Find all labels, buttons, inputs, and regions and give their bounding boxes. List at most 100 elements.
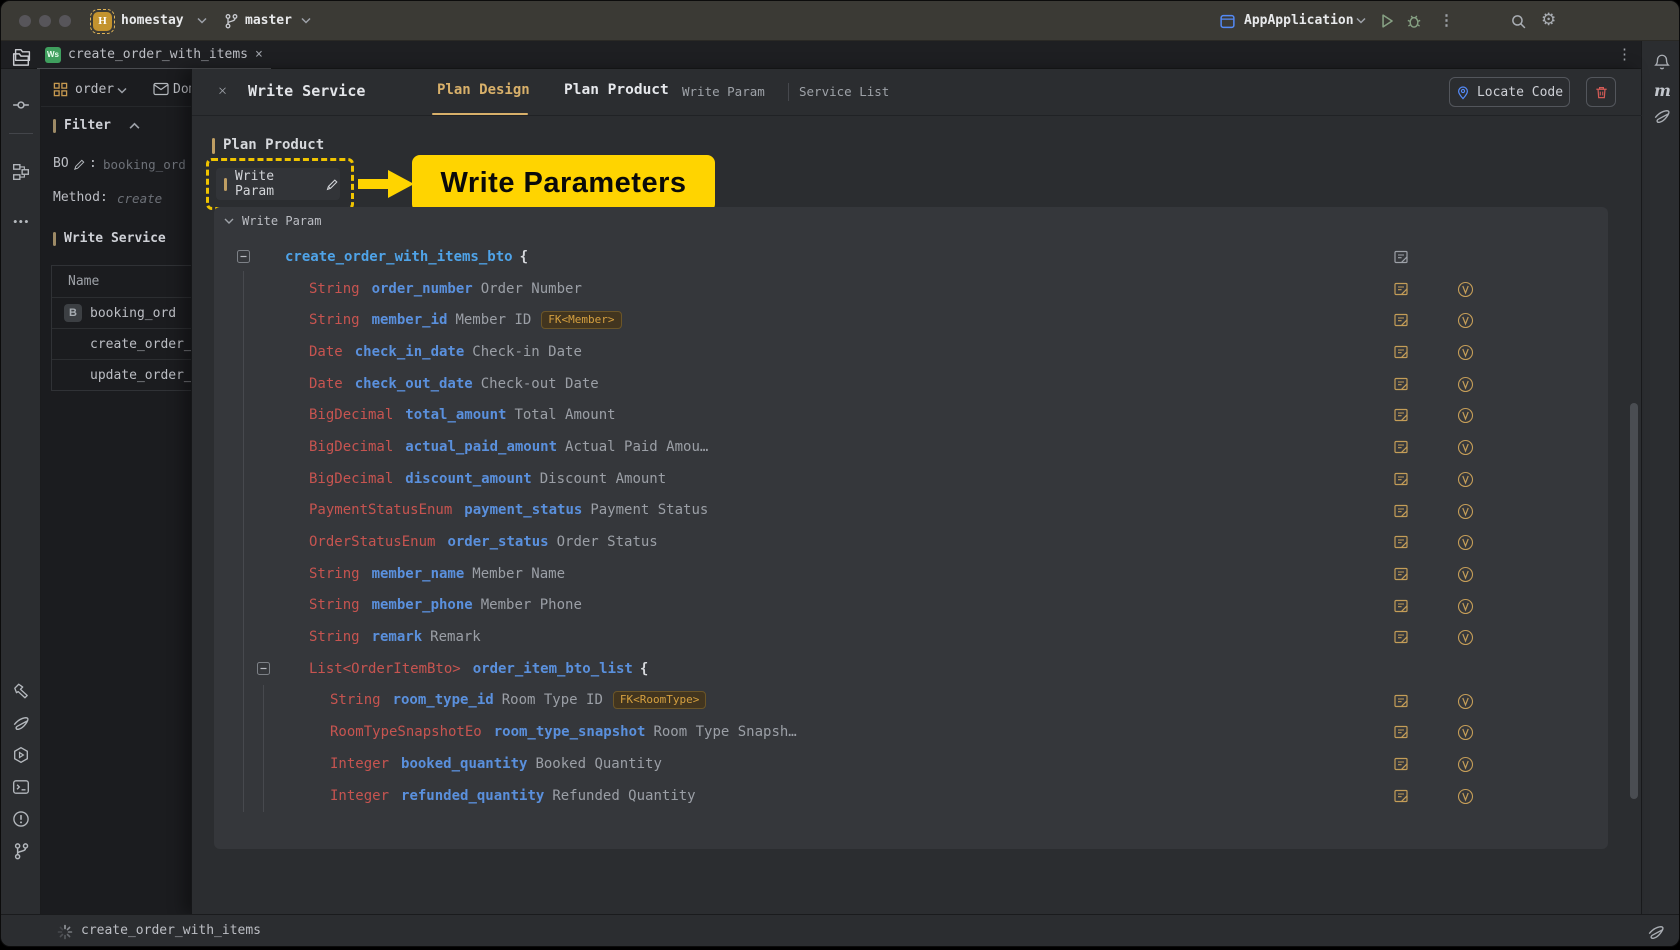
edit-note-icon[interactable]: [1393, 471, 1409, 487]
terminal-icon[interactable]: [12, 778, 30, 796]
validate-icon[interactable]: [1457, 788, 1474, 805]
validate-icon[interactable]: [1457, 503, 1474, 520]
edit-note-icon[interactable]: [1393, 598, 1409, 614]
more-tool-windows-icon[interactable]: •••: [13, 214, 30, 230]
tab-close-icon[interactable]: ×: [255, 47, 263, 62]
tree-row[interactable]: Date check_in_date Check-in Date: [214, 336, 1608, 368]
tree-row[interactable]: String member_id Member ID FK<Member>: [214, 304, 1608, 336]
window-close-button[interactable]: [19, 15, 31, 27]
problems-icon[interactable]: [12, 810, 30, 828]
notifications-bell-icon[interactable]: [1653, 53, 1671, 71]
edit-note-icon[interactable]: [1393, 566, 1409, 582]
tab-plan-product[interactable]: Plan Product: [564, 82, 669, 98]
validate-icon[interactable]: [1457, 344, 1474, 361]
validate-icon[interactable]: [1457, 376, 1474, 393]
edit-note-icon[interactable]: [1393, 249, 1409, 265]
edit-note-icon[interactable]: [1393, 407, 1409, 423]
edit-note-icon[interactable]: [1393, 376, 1409, 392]
bo-field-value[interactable]: booking_ord: [103, 157, 186, 172]
edit-note-icon[interactable]: [1393, 629, 1409, 645]
validate-icon[interactable]: [1457, 534, 1474, 551]
maven-icon[interactable]: m: [1654, 81, 1671, 100]
collapse-chevron-up-icon[interactable]: [129, 122, 140, 130]
tab-options-kebab-icon[interactable]: ⋮: [1617, 45, 1632, 64]
run-button-icon[interactable]: [1378, 12, 1396, 30]
collapse-toggle-icon[interactable]: [257, 662, 270, 675]
edit-note-icon[interactable]: [1393, 281, 1409, 297]
git-tool-icon[interactable]: [12, 842, 30, 860]
validate-icon[interactable]: [1457, 312, 1474, 329]
edit-note-icon[interactable]: [1393, 312, 1409, 328]
table-row[interactable]: create_order_: [52, 328, 191, 359]
tree-row[interactable]: String order_number Order Number: [214, 273, 1608, 305]
validate-icon[interactable]: [1457, 281, 1474, 298]
edit-note-icon[interactable]: [1393, 724, 1409, 740]
module-selector[interactable]: order: [75, 82, 114, 97]
editor-tab-create-order-with-items[interactable]: Ws create_order_with_items ×: [37, 41, 271, 69]
validate-icon[interactable]: [1457, 629, 1474, 646]
table-row[interactable]: update_order_: [52, 359, 191, 390]
tree-row[interactable]: RoomTypeSnapshotEo room_type_snapshot Ro…: [214, 716, 1608, 748]
ai-assistant-icon[interactable]: [1653, 107, 1671, 125]
edit-note-icon[interactable]: [1393, 693, 1409, 709]
validate-icon[interactable]: [1457, 724, 1474, 741]
window-zoom-button[interactable]: [59, 15, 71, 27]
edit-note-icon[interactable]: [1393, 788, 1409, 804]
tree-row[interactable]: String member_name Member Name: [214, 558, 1608, 590]
settings-gear-icon[interactable]: ⚙: [1541, 10, 1556, 30]
tree-row[interactable]: create_order_with_items_bto {: [214, 241, 1608, 273]
structure-icon[interactable]: [12, 163, 30, 181]
table-row[interactable]: B booking_ord: [52, 297, 191, 328]
commit-icon[interactable]: [12, 96, 30, 114]
domain-tab-label[interactable]: Dom: [173, 82, 191, 97]
validate-icon[interactable]: [1457, 598, 1474, 615]
panel-close-icon[interactable]: ×: [218, 82, 227, 102]
tree-row[interactable]: List<OrderItemBto> order_item_bto_list {: [214, 653, 1608, 685]
project-selector[interactable]: homestay: [121, 13, 184, 28]
delete-button[interactable]: [1586, 77, 1616, 107]
tree-row[interactable]: Integer refunded_quantity Refunded Quant…: [214, 780, 1608, 812]
validate-icon[interactable]: [1457, 407, 1474, 424]
tree-row[interactable]: String member_phone Member Phone: [214, 590, 1608, 622]
ai-assistant-icon[interactable]: [1647, 923, 1665, 941]
window-minimize-button[interactable]: [39, 15, 51, 27]
edit-note-icon[interactable]: [1393, 534, 1409, 550]
tree-row[interactable]: PaymentStatusEnum payment_status Payment…: [214, 495, 1608, 527]
search-icon[interactable]: [1510, 13, 1527, 30]
tree-collapse-header[interactable]: Write Param: [224, 214, 321, 228]
validate-icon[interactable]: [1457, 566, 1474, 583]
tree-row[interactable]: Date check_out_date Check-out Date: [214, 368, 1608, 400]
tree-row[interactable]: OrderStatusEnum order_status Order Statu…: [214, 526, 1608, 558]
build-hammer-icon[interactable]: [12, 682, 30, 700]
vertical-scrollbar[interactable]: [1630, 403, 1638, 799]
tab-write-param[interactable]: Write Param: [682, 84, 765, 99]
tab-service-list[interactable]: Service List: [799, 84, 889, 99]
validate-icon[interactable]: [1457, 693, 1474, 710]
edit-note-icon[interactable]: [1393, 503, 1409, 519]
branch-selector[interactable]: master: [245, 13, 292, 28]
tree-row[interactable]: String remark Remark: [214, 621, 1608, 653]
collapse-toggle-icon[interactable]: [237, 250, 250, 263]
tree-row[interactable]: BigDecimal actual_paid_amount Actual Pai…: [214, 431, 1608, 463]
services-icon[interactable]: [12, 746, 30, 764]
edit-note-icon[interactable]: [1393, 344, 1409, 360]
edit-note-icon[interactable]: [1393, 756, 1409, 772]
edit-note-icon[interactable]: [1393, 439, 1409, 455]
validate-icon[interactable]: [1457, 439, 1474, 456]
method-field-value[interactable]: create: [117, 191, 162, 206]
tree-row[interactable]: BigDecimal total_amount Total Amount: [214, 399, 1608, 431]
locate-code-button[interactable]: Locate Code: [1449, 77, 1570, 107]
validate-icon[interactable]: [1457, 756, 1474, 773]
debug-button-icon[interactable]: [1405, 12, 1423, 30]
tab-plan-design[interactable]: Plan Design: [437, 82, 530, 98]
tree-row[interactable]: BigDecimal discount_amount Discount Amou…: [214, 463, 1608, 495]
project-folder-icon[interactable]: [12, 51, 30, 68]
more-actions-kebab-icon[interactable]: ⋮: [1439, 11, 1454, 30]
edit-pencil-icon[interactable]: [73, 158, 86, 171]
domain-envelope-icon[interactable]: [153, 82, 169, 96]
ai-assistant-icon[interactable]: [12, 714, 30, 732]
tree-row[interactable]: String room_type_id Room Type ID FK<Room…: [214, 685, 1608, 717]
run-configuration-selector[interactable]: AppApplication: [1244, 13, 1354, 28]
validate-icon[interactable]: [1457, 471, 1474, 488]
tree-row[interactable]: Integer booked_quantity Booked Quantity: [214, 748, 1608, 780]
